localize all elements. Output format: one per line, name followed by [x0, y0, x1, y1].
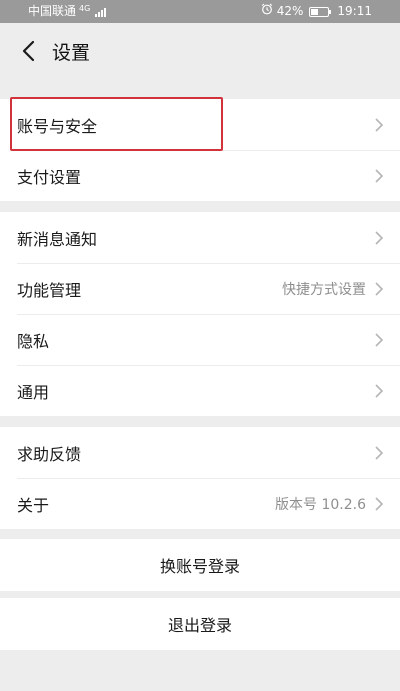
network-type: 4G: [79, 4, 91, 13]
settings-item-label: 新消息通知: [17, 229, 98, 249]
settings-item-label: 账号与安全: [17, 116, 98, 136]
carrier-name: 中国联通: [28, 4, 77, 18]
settings-item-label: 隐私: [17, 331, 50, 351]
settings-item-help-feedback[interactable]: 求助反馈: [0, 427, 400, 478]
chevron-right-icon: [374, 168, 384, 184]
settings-group-general: 新消息通知 功能管理 快捷方式设置 隐私 通用: [0, 212, 400, 416]
chevron-right-icon: [374, 332, 384, 348]
battery-percent: 42%: [276, 4, 304, 18]
settings-item-payment[interactable]: 支付设置: [0, 150, 400, 201]
settings-item-features[interactable]: 功能管理 快捷方式设置: [0, 263, 400, 314]
logout-button[interactable]: 退出登录: [0, 598, 400, 650]
settings-item-notifications[interactable]: 新消息通知: [0, 212, 400, 263]
alarm-icon: [261, 0, 273, 23]
chevron-right-icon: [374, 383, 384, 399]
chevron-left-icon: [22, 40, 35, 62]
chevron-right-icon: [374, 496, 384, 512]
status-bar-right: 42% 19:11: [261, 0, 372, 23]
page-title: 设置: [52, 41, 91, 64]
back-button[interactable]: [6, 23, 50, 79]
chevron-right-icon: [374, 230, 384, 246]
version-value: 版本号 10.2.6: [275, 496, 366, 513]
battery-icon: [309, 6, 332, 17]
status-bar: 中国联通 4G 42% 19:11: [0, 0, 400, 23]
settings-item-label: 关于: [17, 495, 50, 515]
settings-item-privacy[interactable]: 隐私: [0, 314, 400, 365]
settings-item-label: 通用: [17, 382, 50, 402]
settings-item-value: 快捷方式设置: [282, 281, 366, 298]
settings-item-label: 功能管理: [17, 280, 82, 300]
chevron-right-icon: [374, 117, 384, 133]
settings-item-label: 支付设置: [17, 167, 82, 187]
settings-group-help: 求助反馈 关于 版本号 10.2.6: [0, 427, 400, 529]
chevron-right-icon: [374, 445, 384, 461]
chevron-right-icon: [374, 281, 384, 297]
clock: 19:11: [337, 4, 372, 18]
settings-item-about[interactable]: 关于 版本号 10.2.6: [0, 478, 400, 529]
settings-group-account: 账号与安全 支付设置: [0, 99, 400, 201]
nav-bar: 设置: [0, 23, 400, 79]
status-bar-left: 中国联通 4G: [28, 0, 107, 23]
switch-account-button[interactable]: 换账号登录: [0, 539, 400, 591]
settings-item-account-security[interactable]: 账号与安全: [0, 99, 400, 150]
signal-icon: [95, 7, 107, 17]
settings-item-label: 求助反馈: [17, 444, 82, 464]
settings-item-general[interactable]: 通用: [0, 365, 400, 416]
